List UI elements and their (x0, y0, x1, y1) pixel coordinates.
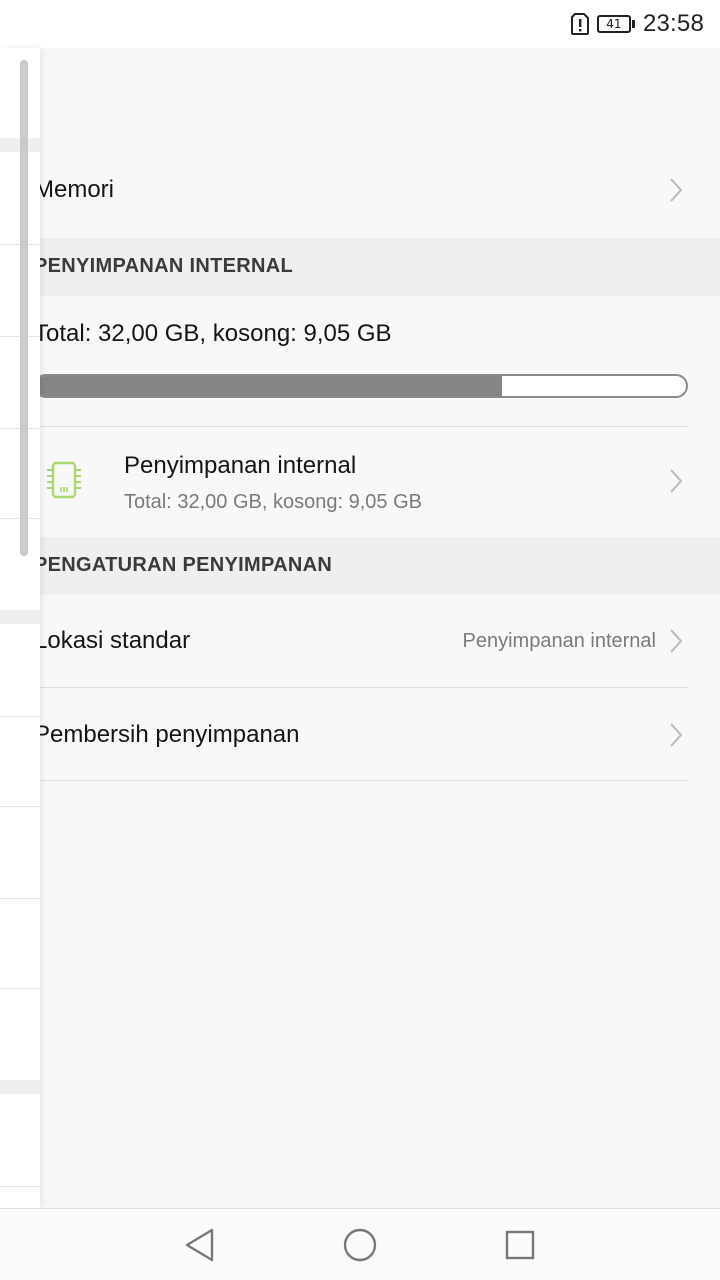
memory-label: Memori (34, 176, 115, 203)
chevron-right-icon (670, 723, 683, 747)
storage-chip-icon (47, 461, 81, 499)
default-location-value: Penyimpanan internal (462, 630, 656, 652)
home-icon[interactable] (340, 1225, 380, 1265)
chevron-right-icon (670, 469, 683, 493)
navigation-bar (0, 1208, 720, 1280)
chevron-right-icon (670, 178, 683, 202)
status-icons: 41 23:58 (570, 10, 704, 38)
internal-storage-item[interactable]: Penyimpanan internal Total: 32,00 GB, ko… (40, 427, 720, 537)
battery-level: 41 (596, 15, 631, 33)
storage-usage-fill (36, 376, 503, 396)
chevron-right-icon (670, 629, 683, 653)
storage-settings-header: PENGATURAN PENYIMPANAN (34, 537, 720, 595)
scrollbar[interactable] (20, 60, 28, 556)
internal-storage-title: Penyimpanan internal (124, 452, 357, 479)
back-icon[interactable] (180, 1225, 220, 1265)
storage-cleaner-row[interactable]: Pembersih penyimpanan (34, 688, 720, 780)
status-bar: 41 23:58 (0, 0, 720, 48)
recents-icon[interactable] (500, 1225, 540, 1265)
storage-total-text: Total: 32,00 GB, kosong: 9,05 GB (34, 320, 392, 347)
storage-usage-bar (34, 374, 688, 398)
memory-row[interactable]: Memori (34, 138, 720, 238)
storage-settings-header-text: PENGATURAN PENYIMPANAN (34, 554, 333, 576)
clock: 23:58 (642, 10, 704, 37)
storage-settings-page: Memori PENYIMPANAN INTERNAL Total: 32,00… (34, 48, 720, 1208)
default-location-label: Lokasi standar (34, 627, 191, 654)
battery-icon: 41 (596, 15, 635, 33)
internal-storage-header-text: PENYIMPANAN INTERNAL (34, 255, 293, 277)
side-panel (0, 48, 40, 1208)
storage-cleaner-label: Pembersih penyimpanan (34, 721, 300, 748)
sim-alert-icon (570, 13, 589, 35)
internal-storage-header: PENYIMPANAN INTERNAL (34, 238, 720, 296)
default-location-row[interactable]: Lokasi standar Penyimpanan internal (34, 595, 720, 687)
internal-storage-subtitle: Total: 32,00 GB, kosong: 9,05 GB (124, 491, 422, 513)
